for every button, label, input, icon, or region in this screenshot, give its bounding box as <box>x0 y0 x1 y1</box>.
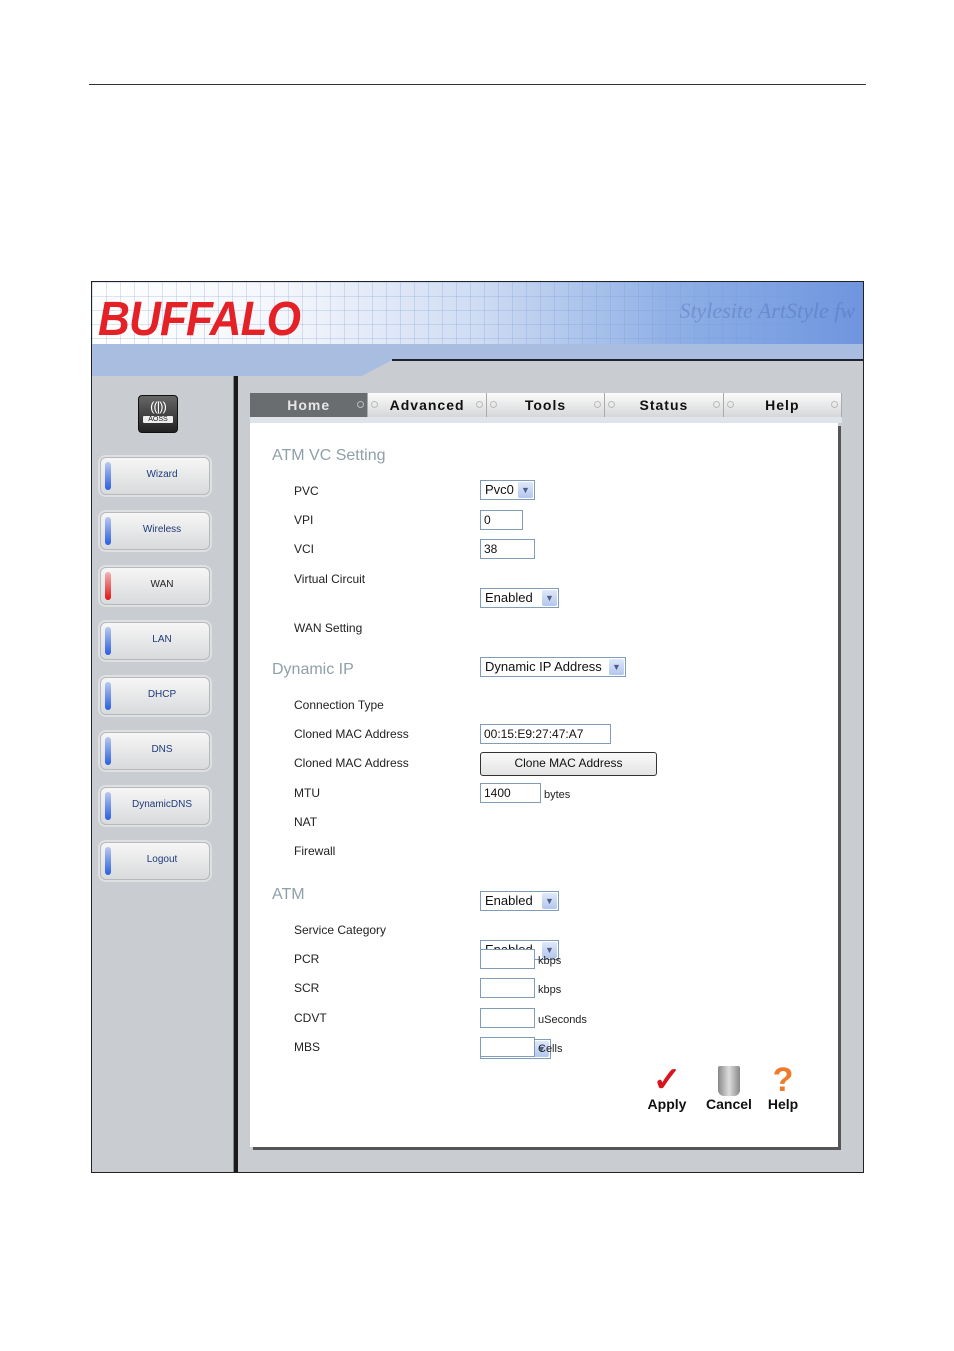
mtu-unit: bytes <box>544 789 571 801</box>
vpi-input[interactable]: 0 <box>480 510 523 530</box>
section-title-atm: ATM <box>272 886 305 903</box>
cdvt-unit: uSeconds <box>538 1014 587 1026</box>
trash-can-icon <box>718 1066 740 1096</box>
sidebar-item-dhcp[interactable]: DHCP <box>100 677 210 715</box>
sidebar-item-lan[interactable]: LAN <box>100 622 210 660</box>
aoss-button[interactable]: ((|)) AOSS <box>138 395 178 433</box>
scr-input[interactable] <box>480 978 535 998</box>
cdvt-input[interactable] <box>480 1008 535 1028</box>
service-category-label: Service Category <box>294 923 387 937</box>
tab-status[interactable]: Status <box>605 393 724 417</box>
wan-setting-label: WAN Setting <box>294 621 363 635</box>
section-title-dynamic-ip: Dynamic IP <box>272 661 354 678</box>
checkmark-icon: ✓ <box>652 1061 682 1099</box>
virtual-circuit-select[interactable]: Enabled ▼ <box>480 588 559 608</box>
mbs-input[interactable] <box>480 1037 535 1057</box>
pcr-unit: kbps <box>538 955 562 967</box>
vpi-label: VPI <box>294 513 314 527</box>
router-admin-window: Stylesite ArtStyle fw BUFFALO ((|)) AOSS… <box>91 281 864 1173</box>
status-led-icon <box>105 627 111 655</box>
connection-type-label: Connection Type <box>294 698 384 712</box>
sidebar-item-wan[interactable]: WAN <box>100 567 210 605</box>
status-led-icon <box>105 572 111 600</box>
firewall-label: Firewall <box>294 844 336 858</box>
mbs-unit: Cells <box>538 1043 563 1055</box>
sidebar-item-wireless[interactable]: Wireless <box>100 512 210 550</box>
pcr-label: PCR <box>294 952 320 966</box>
aoss-icon: ((|)) <box>150 399 167 414</box>
main-tabs: Home Advanced Tools Status Help <box>250 393 843 417</box>
cancel-button[interactable]: Cancel <box>704 1066 754 1112</box>
aoss-label: AOSS <box>143 416 173 423</box>
question-mark-icon: ? <box>772 1061 794 1099</box>
tab-home[interactable]: Home <box>250 393 369 417</box>
pvc-label: PVC <box>294 484 319 498</box>
chevron-down-icon: ▼ <box>542 590 557 606</box>
cdvt-label: CDVT <box>294 1011 327 1025</box>
nat-select[interactable]: Enabled ▼ <box>480 891 559 911</box>
sidebar: ((|)) AOSS Wizard Wireless WAN LAN DHCP … <box>92 376 232 1172</box>
vci-label: VCI <box>294 542 315 556</box>
sidebar-item-wizard[interactable]: Wizard <box>100 457 210 495</box>
nat-label: NAT <box>294 815 318 829</box>
sidebar-divider <box>233 376 238 1172</box>
clone-mac-label: Cloned MAC Address <box>294 756 409 770</box>
tab-advanced[interactable]: Advanced <box>368 393 487 417</box>
scr-unit: kbps <box>538 984 562 996</box>
tab-help[interactable]: Help <box>723 393 843 417</box>
status-led-icon <box>105 462 111 490</box>
pvc-select[interactable]: Pvc0 ▼ <box>480 480 535 500</box>
section-title-atm-vc: ATM VC Setting <box>272 447 386 464</box>
chevron-down-icon: ▼ <box>609 659 624 675</box>
buffalo-logo: BUFFALO <box>98 293 301 346</box>
mtu-label: MTU <box>294 786 320 800</box>
header-banner: Stylesite ArtStyle fw BUFFALO <box>92 282 863 376</box>
cloned-mac-input[interactable]: 00:15:E9:27:47:A7 <box>480 724 611 744</box>
status-led-icon <box>105 517 111 545</box>
sidebar-item-dynamicdns[interactable]: DynamicDNS <box>100 787 210 825</box>
mbs-label: MBS <box>294 1040 321 1054</box>
mtu-input[interactable]: 1400 <box>480 783 541 803</box>
settings-panel: ATM VC Setting PVC Pvc0 ▼ VPI 0 VCI 38 Vi… <box>250 423 838 1147</box>
help-button[interactable]: ? Help <box>765 1061 801 1112</box>
virtual-circuit-label: Virtual Circuit <box>294 572 366 586</box>
sidebar-item-dns[interactable]: DNS <box>100 732 210 770</box>
status-led-icon <box>105 737 111 765</box>
page-header-rule <box>89 84 866 85</box>
clone-mac-button[interactable]: Clone MAC Address <box>480 752 657 776</box>
sidebar-item-logout[interactable]: Logout <box>100 842 210 880</box>
wan-setting-select[interactable]: Dynamic IP Address ▼ <box>480 657 626 677</box>
chevron-down-icon: ▼ <box>542 893 557 909</box>
status-led-icon <box>105 847 111 875</box>
cloned-mac-label: Cloned MAC Address <box>294 727 409 741</box>
status-led-icon <box>105 682 111 710</box>
pcr-input[interactable] <box>480 949 535 969</box>
status-led-icon <box>105 792 111 820</box>
scr-label: SCR <box>294 981 320 995</box>
vci-input[interactable]: 38 <box>480 539 535 559</box>
banner-decoration: Stylesite ArtStyle fw <box>679 298 855 323</box>
tab-tools[interactable]: Tools <box>486 393 606 417</box>
apply-button[interactable]: ✓ Apply <box>646 1061 688 1112</box>
chevron-down-icon: ▼ <box>518 482 533 498</box>
